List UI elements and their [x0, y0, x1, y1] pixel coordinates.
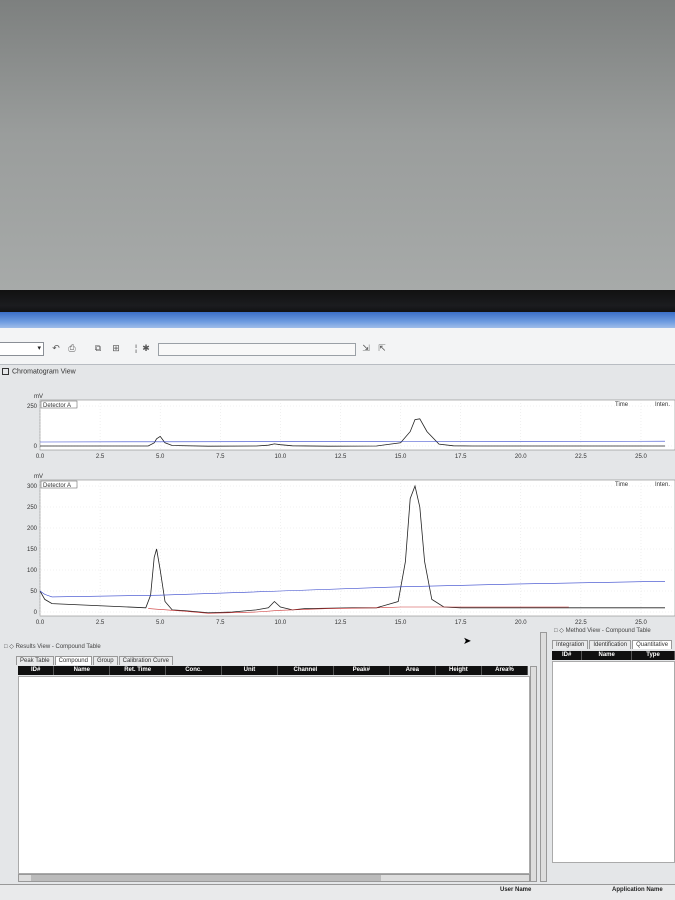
x-tick-label: 15.0	[395, 620, 407, 626]
y-tick-label: 200	[27, 526, 38, 532]
method-vertical-scrollbar[interactable]	[540, 632, 547, 882]
x-tick-label: 20.0	[515, 454, 527, 460]
x-tick-label: 20.0	[515, 620, 527, 626]
y-tick-label: 250	[27, 404, 38, 410]
x-tick-label: 2.5	[96, 620, 105, 626]
results-table-header: ID# Name Ret. Time Conc. Unit Channel Pe…	[18, 666, 529, 675]
collapse-icon[interactable]: □ ◇	[4, 644, 16, 650]
y-tick-label: 300	[27, 484, 38, 490]
column-header[interactable]: Type	[632, 651, 675, 660]
inten-label: Inten.	[655, 482, 670, 488]
y-tick-label: 0	[34, 610, 38, 616]
x-tick-label: 22.5	[575, 620, 587, 626]
column-header[interactable]: Name	[54, 666, 111, 675]
tab-calibration-curve[interactable]: Calibration Curve	[118, 656, 173, 665]
x-tick-label: 15.0	[395, 454, 407, 460]
tab-peak-table[interactable]: Peak Table	[16, 656, 54, 665]
method-table-body[interactable]	[552, 661, 675, 863]
legend-label: Detector A	[43, 403, 71, 409]
status-bar: User Name Application Name	[0, 884, 675, 900]
x-tick-label: 0.0	[36, 620, 45, 626]
x-tick-label: 12.5	[335, 620, 347, 626]
application-window: ▾ ↶ ⎙ ⧉ ⊞ ¦ ✱ ⇲ ⇱ Chromatogram View 0.0 2…	[0, 312, 675, 900]
tab-integration[interactable]: Integration	[552, 640, 589, 649]
x-tick-label: 5.0	[156, 454, 165, 460]
column-header[interactable]: Ret. Time	[110, 666, 167, 675]
tab-identification[interactable]: Identification	[589, 640, 632, 649]
mouse-cursor-icon: ➤	[463, 636, 472, 647]
method-view-title: Method View - Compound Table	[565, 628, 651, 634]
tab-quantitative[interactable]: Quantitative	[632, 640, 673, 649]
results-table-body[interactable]	[18, 676, 530, 874]
y-tick-label: 100	[27, 568, 38, 574]
column-header[interactable]: Peak#	[334, 666, 390, 675]
x-tick-label: 17.5	[455, 454, 467, 460]
column-header[interactable]: ID#	[552, 651, 583, 660]
status-application: Application Name	[612, 887, 663, 893]
y-tick-label: 150	[27, 547, 38, 553]
results-horizontal-scrollbar[interactable]	[18, 874, 530, 882]
y-axis-label: mV	[34, 394, 43, 400]
scrollbar-thumb[interactable]	[31, 875, 381, 881]
method-tabs: Integration Identification Quantitative	[552, 640, 673, 649]
status-user: User Name	[500, 887, 532, 893]
results-view-header: □ ◇ Results View - Compound Table	[4, 643, 101, 650]
column-header[interactable]: Name	[582, 651, 633, 660]
y-tick-label: 50	[30, 589, 37, 595]
method-view-header: □ ◇ Method View - Compound Table	[554, 627, 651, 634]
column-header[interactable]: ID#	[18, 666, 55, 675]
column-header[interactable]: Area	[390, 666, 436, 675]
results-vertical-scrollbar[interactable]	[530, 666, 537, 882]
results-tabs: Peak Table Compound Group Calibration Cu…	[16, 656, 173, 665]
column-header[interactable]: Height	[436, 666, 482, 675]
x-tick-label: 12.5	[335, 454, 347, 460]
results-view-title: Results View - Compound Table	[15, 644, 101, 650]
y-tick-label: 0	[34, 444, 38, 450]
column-header[interactable]: Conc.	[166, 666, 223, 675]
time-label: Time	[615, 482, 629, 488]
y-axis-label: mV	[34, 474, 43, 480]
x-tick-label: 25.0	[635, 620, 647, 626]
column-header[interactable]: Area%	[482, 666, 529, 675]
tab-compound[interactable]: Compound	[54, 656, 92, 665]
x-tick-label: 2.5	[96, 454, 105, 460]
x-tick-label: 10.0	[275, 620, 287, 626]
x-tick-label: 25.0	[635, 454, 647, 460]
x-tick-label: 5.0	[156, 620, 165, 626]
legend-label: Detector A	[43, 483, 71, 489]
wall-background	[0, 0, 675, 300]
inten-label: Inten.	[655, 402, 670, 408]
x-tick-label: 7.5	[216, 620, 225, 626]
collapse-icon[interactable]: □ ◇	[554, 628, 566, 634]
time-label: Time	[615, 402, 629, 408]
x-tick-label: 17.5	[455, 620, 467, 626]
chromatogram-charts: 0.0 2.5 5.0 7.5 10.0 12.5 15.0 17.5 20.0 22.5 25.0…	[27, 394, 675, 626]
plot-area	[39, 399, 675, 451]
x-tick-label: 0.0	[36, 454, 45, 460]
x-tick-label: 7.5	[216, 454, 225, 460]
column-header[interactable]: Channel	[278, 666, 334, 675]
y-tick-label: 250	[27, 505, 38, 511]
column-header[interactable]: Unit	[222, 666, 278, 675]
x-tick-label: 22.5	[575, 454, 587, 460]
x-tick-label: 10.0	[275, 454, 287, 460]
method-table-header: ID# Name Type	[552, 651, 675, 660]
tab-group[interactable]: Group	[92, 656, 118, 665]
